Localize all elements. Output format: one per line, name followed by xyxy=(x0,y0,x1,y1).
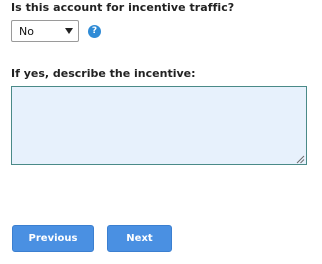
question-circle-icon[interactable]: ? xyxy=(88,25,101,38)
incentive-select-value: No xyxy=(19,25,34,38)
incentive-question-label: Is this account for incentive traffic? xyxy=(11,1,235,14)
incentive-traffic-select[interactable]: No xyxy=(11,20,79,42)
dropdown-arrow-icon xyxy=(65,28,73,34)
previous-button[interactable]: Previous xyxy=(12,225,94,252)
incentive-description-label: If yes, describe the incentive: xyxy=(11,67,196,80)
incentive-description-textarea[interactable] xyxy=(11,86,307,165)
next-button[interactable]: Next xyxy=(107,225,172,252)
